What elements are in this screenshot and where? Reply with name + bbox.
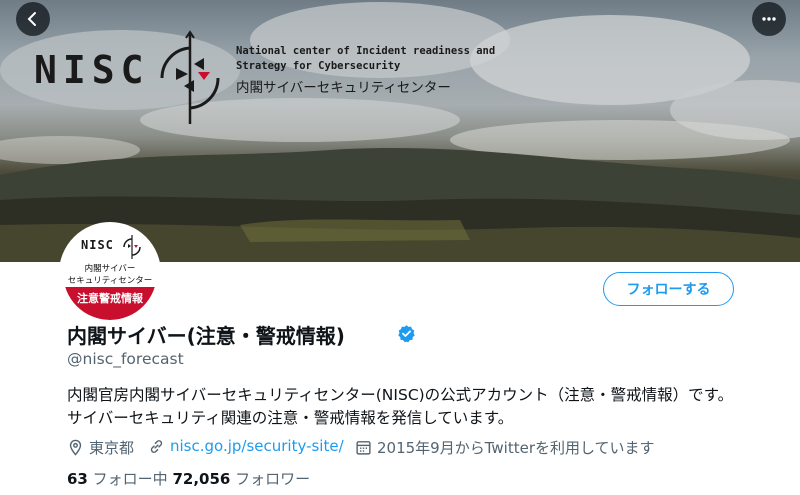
handle: @nisc_forecast [67, 350, 184, 368]
following-label: フォロー中 [92, 470, 168, 488]
verified-badge-icon[interactable] [397, 324, 416, 343]
profile-joined: 2015年9月からTwitterを利用しています [355, 437, 655, 458]
joined-text: 2015年9月からTwitterを利用しています [377, 439, 655, 457]
following-count: 63 [67, 470, 88, 488]
link-icon [150, 439, 163, 453]
avatar-line1: 内閣サイバー [84, 264, 136, 274]
location-text: 東京都 [89, 439, 135, 457]
follow-button[interactable]: フォローする [603, 272, 734, 306]
profile-website[interactable]: nisc.go.jp/security-site/ [148, 437, 344, 455]
followers-label: フォロワー [235, 470, 311, 488]
banner-english-name: National center of Incident readiness an… [236, 45, 496, 72]
avatar-warning-band: 注意警戒情報 [63, 287, 157, 320]
profile-location: 東京都 [67, 437, 134, 458]
more-button[interactable] [752, 2, 786, 36]
location-pin-icon [69, 439, 82, 456]
calendar-icon [356, 441, 371, 455]
avatar-band-text: 注意警戒情報 [77, 292, 143, 305]
more-horizontal-icon [762, 17, 776, 21]
back-button[interactable] [16, 2, 50, 36]
avatar-emblem-icon [123, 235, 141, 259]
following-link[interactable]: 63 フォロー中 [67, 470, 168, 488]
followers-link[interactable]: 72,056 フォロワー [172, 470, 310, 488]
website-link[interactable]: nisc.go.jp/security-site/ [170, 437, 344, 455]
nisc-emblem-icon [160, 30, 220, 124]
follow-stats: 63 フォロー中 72,056 フォロワー [67, 468, 310, 489]
banner-logo-text: NISC [34, 48, 150, 92]
avatar[interactable]: NISC 内閣サイバー セキュリティセンター 注意警戒情報 [59, 222, 161, 324]
profile-bio: 内閣官房内閣サイバーセキュリティセンター(NISC)の公式アカウント（注意・警戒… [67, 386, 734, 427]
avatar-logo: NISC 内閣サイバー セキュリティセンター 注意警戒情報 [63, 226, 157, 320]
arrow-left-icon [27, 12, 36, 26]
display-name: 内閣サイバー(注意・警戒情報) [67, 324, 345, 348]
banner-japanese-name: 内閣サイバーセキュリティセンター [236, 80, 451, 96]
avatar-line2: セキュリティセンター [67, 276, 153, 286]
followers-count: 72,056 [172, 470, 231, 488]
avatar-logo-text: NISC [81, 238, 114, 252]
